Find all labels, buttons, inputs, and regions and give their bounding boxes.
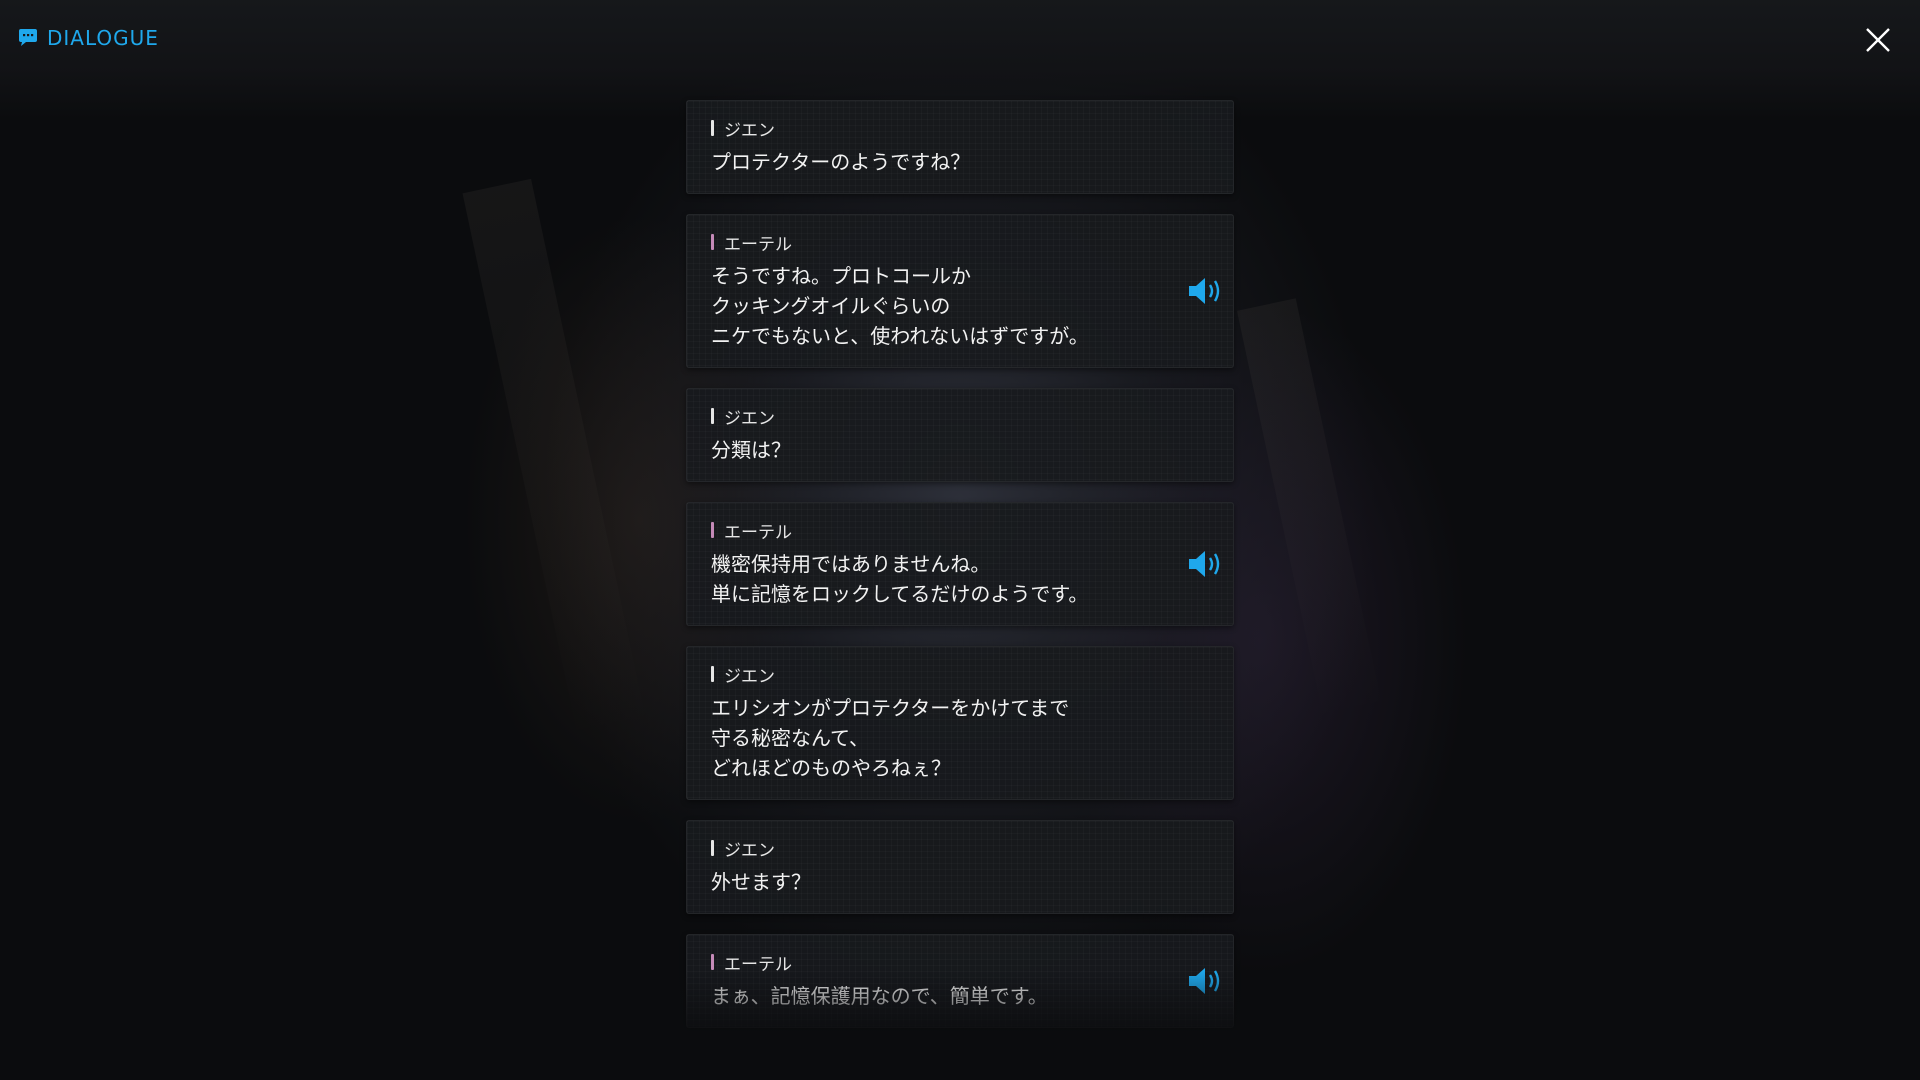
voice-play-button[interactable] [1187, 275, 1223, 307]
dialogue-entry: エーテル そうですね。プロトコールか クッキングオイルぐらいの ニケでもないと、… [686, 214, 1234, 368]
background-art [1236, 298, 1384, 722]
dialogue-line: エリシオンがプロテクターをかけてまで 守る秘密なんて、 どれほどのものやろねぇ？ [711, 696, 1070, 780]
dialogue-entry: ジエン エリシオンがプロテクターをかけてまで 守る秘密なんて、 どれほどのものや… [686, 646, 1234, 800]
speaker-marker [711, 234, 714, 250]
speaker-name: エーテル [711, 951, 1163, 975]
speaker-label: エーテル [724, 234, 792, 255]
dialogue-log[interactable]: ジエン プロテクターのようですね？ エーテル そうですね。プロトコールか クッキ… [686, 100, 1234, 1028]
background-art [462, 178, 648, 742]
dialogue-entry: ジエン プロテクターのようですね？ [686, 100, 1234, 194]
dialogue-entry: エーテル まぁ、記憶保護用なので、簡単です。 [686, 934, 1234, 1028]
speaker-marker [711, 522, 714, 538]
speaker-volume-icon[interactable] [1187, 965, 1223, 997]
dialogue-line: そうですね。プロトコールか クッキングオイルぐらいの ニケでもないと、使われない… [711, 264, 1089, 348]
voice-play-button[interactable] [1187, 965, 1223, 997]
speaker-label: エーテル [724, 954, 792, 975]
speaker-marker [711, 666, 714, 682]
speaker-label: ジエン [724, 666, 775, 687]
chat-bubble-icon [18, 29, 38, 47]
speaker-name: ジエン [711, 117, 1209, 141]
close-button[interactable] [1860, 22, 1896, 58]
dialogue-entry: ジエン 分類は？ [686, 388, 1234, 482]
speaker-label: エーテル [724, 522, 792, 543]
dialogue-line: 機密保持用ではありませんね。 単に記憶をロックしてるだけのようです。 [711, 552, 1089, 606]
voice-play-button[interactable] [1187, 548, 1223, 580]
speaker-marker [711, 408, 714, 424]
speaker-name: ジエン [711, 405, 1209, 429]
dialogue-line: まぁ、記憶保護用なので、簡単です。 [711, 984, 1048, 1008]
dialogue-entry: ジエン 外せます？ [686, 820, 1234, 914]
speaker-label: ジエン [724, 840, 775, 861]
speaker-name: エーテル [711, 519, 1163, 543]
speaker-label: ジエン [724, 408, 775, 429]
speaker-label: ジエン [724, 120, 775, 141]
speaker-marker [711, 954, 714, 970]
close-icon[interactable] [1860, 22, 1896, 58]
speaker-name: ジエン [711, 837, 1209, 861]
speaker-name: エーテル [711, 231, 1163, 255]
dialogue-screen: DIALOGUE ジエン プロテクターのようですね？ エーテル そうですね。プロ… [0, 0, 1920, 1080]
dialogue-title: DIALOGUE [18, 26, 159, 50]
speaker-marker [711, 120, 714, 136]
speaker-marker [711, 840, 714, 856]
dialogue-line: 分類は？ [711, 438, 791, 462]
dialogue-line: プロテクターのようですね？ [711, 150, 971, 174]
speaker-volume-icon[interactable] [1187, 275, 1223, 307]
speaker-volume-icon[interactable] [1187, 548, 1223, 580]
dialogue-title-text: DIALOGUE [47, 26, 159, 50]
speaker-name: ジエン [711, 663, 1209, 687]
dialogue-line: 外せます？ [711, 870, 811, 894]
dialogue-entry: エーテル 機密保持用ではありませんね。 単に記憶をロックしてるだけのようです。 [686, 502, 1234, 626]
